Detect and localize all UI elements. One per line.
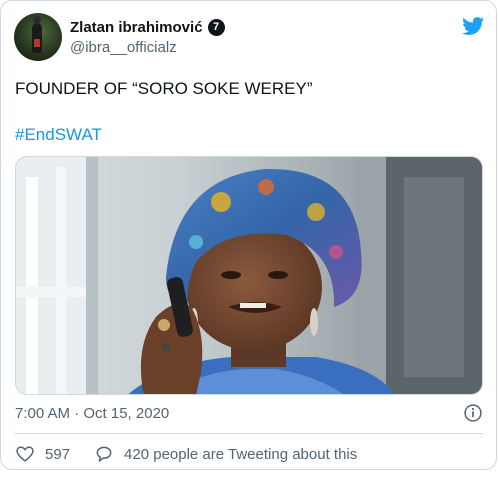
tweet-text: FOUNDER OF “SORO SOKE WEREY” — [15, 79, 313, 98]
avatar[interactable] — [14, 13, 62, 61]
tweet-actions: 597 420 people are Tweeting about this — [15, 443, 357, 465]
like-button[interactable]: 597 — [15, 444, 70, 464]
like-count: 597 — [45, 445, 71, 463]
speech-bubble-icon — [96, 446, 112, 462]
author-display-name[interactable]: Zlatan ibrahimović — [70, 19, 203, 36]
woman-on-phone-photo — [16, 157, 482, 394]
divider — [15, 433, 483, 434]
info-icon[interactable] — [463, 403, 483, 423]
tweet-card[interactable]: Zlatan ibrahimović 7 @ibra__officialz FO… — [0, 0, 497, 470]
hashtag-link[interactable]: #EndSWAT — [15, 125, 102, 145]
tweeting-about-link[interactable]: 420 people are Tweeting about this — [94, 444, 357, 464]
tweet-header: Zlatan ibrahimović 7 @ibra__officialz — [14, 13, 486, 63]
twitter-bird-icon[interactable] — [461, 15, 486, 37]
tweet-media-image[interactable] — [15, 156, 483, 395]
heart-icon — [16, 446, 34, 462]
tweeting-about-text: 420 people are Tweeting about this — [124, 445, 358, 463]
number-badge: 7 — [207, 18, 225, 36]
tweet-timestamp[interactable]: 7:00 AM · Oct 15, 2020 — [15, 405, 169, 422]
author-handle[interactable]: @ibra__officialz — [70, 39, 177, 56]
author-name-row[interactable]: Zlatan ibrahimović 7 — [70, 17, 225, 37]
